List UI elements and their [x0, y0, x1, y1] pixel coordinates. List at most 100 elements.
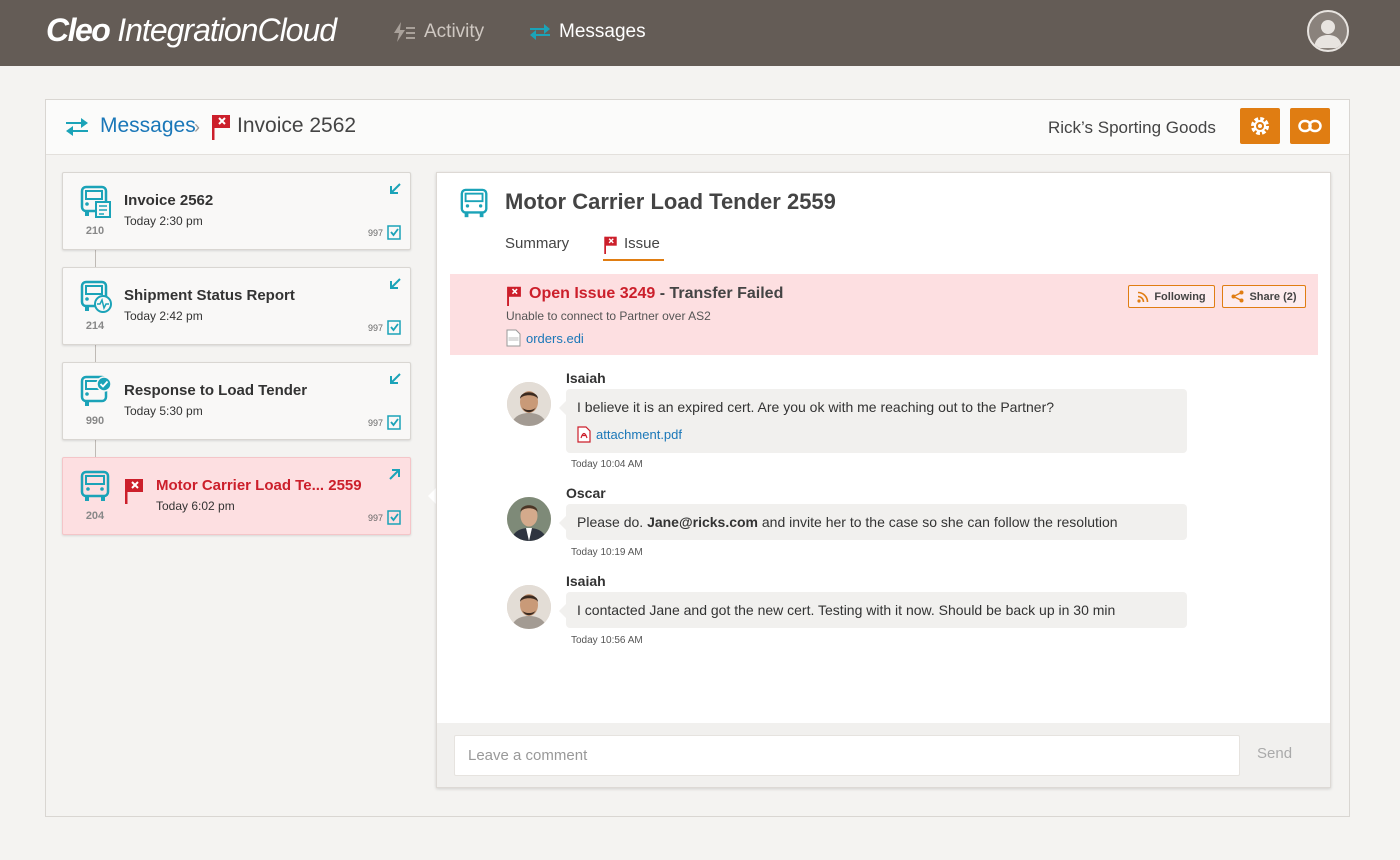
breadcrumb-current: Invoice 2562 [237, 114, 357, 137]
nav-activity[interactable]: Activity [392, 19, 484, 45]
share-label: Share (2) [1249, 290, 1297, 303]
inbound-arrow-icon [390, 278, 401, 289]
ack-status: 997 [368, 224, 402, 241]
comment-timestamp: Today 10:04 AM [571, 459, 643, 470]
outbound-arrow-icon [389, 469, 400, 480]
transfer-arrows-icon [530, 24, 550, 40]
app-logo[interactable]: Cleo IntegrationCloud [46, 12, 337, 49]
share-button[interactable]: Share (2) [1222, 285, 1306, 308]
ack-status: 997 [368, 509, 402, 526]
message-title: Shipment Status Report [124, 287, 295, 304]
avatar [507, 382, 551, 426]
comment-author: Oscar [566, 485, 606, 501]
comment-input[interactable] [454, 735, 1240, 776]
tab-issue[interactable]: Issue [603, 235, 664, 261]
truck-response-icon [80, 375, 112, 406]
message-count: 204 [85, 510, 105, 522]
detail-pointer [428, 488, 436, 504]
attachment-name: attachment.pdf [596, 427, 682, 442]
message-count: 210 [85, 225, 105, 237]
message-time: Today 6:02 pm [156, 499, 235, 513]
comment-composer: Send [437, 723, 1330, 787]
truck-status-icon [80, 280, 112, 313]
settings-button[interactable] [1240, 108, 1280, 144]
comment-timestamp: Today 10:19 AM [571, 547, 643, 558]
error-flag-icon [604, 236, 617, 254]
timeline-connector [95, 250, 96, 268]
ack-code: 997 [367, 512, 383, 523]
panel-header: Messages › Invoice 2562 Rick’s Sporting … [46, 100, 1349, 155]
avatar [507, 497, 551, 541]
inbound-arrow-icon [390, 183, 401, 194]
comment-author: Isaiah [566, 573, 606, 589]
issue-file-name: orders.edi [526, 330, 584, 346]
avatar [507, 585, 551, 629]
nav-messages-label: Messages [559, 21, 646, 42]
issue-number[interactable]: Open Issue 3249 [529, 285, 655, 302]
following-button[interactable]: Following [1128, 285, 1215, 308]
ack-check-icon [387, 415, 401, 430]
send-button[interactable]: Send [1257, 745, 1292, 762]
detail-title: Motor Carrier Load Tender 2559 [505, 189, 836, 214]
ack-status: 997 [368, 414, 402, 431]
truck-invoice-icon [80, 185, 111, 218]
comment-text: Please do. [577, 514, 648, 530]
truck-icon [460, 188, 488, 218]
error-flag-icon [507, 286, 521, 306]
comment-bubble: I believe it is an expired cert. Are you… [559, 389, 1187, 453]
tab-summary[interactable]: Summary [505, 235, 569, 252]
nav-activity-label: Activity [424, 21, 485, 42]
chevron-right-icon: › [194, 117, 200, 137]
message-card[interactable]: 214 Shipment Status Report Today 2:42 pm… [62, 267, 411, 345]
message-panel: Messages › Invoice 2562 Rick’s Sporting … [45, 99, 1350, 817]
message-title: Response to Load Tender [124, 382, 308, 399]
issue-file-link[interactable]: orders.edi [506, 329, 584, 347]
rss-icon [1137, 291, 1149, 303]
comment-email: Jane@ricks.com [647, 514, 758, 530]
company-name: Rick’s Sporting Goods [1048, 118, 1216, 137]
message-time: Today 2:42 pm [124, 309, 203, 323]
comment-text: I believe it is an expired cert. Are you… [577, 399, 1055, 415]
issue-banner: Open Issue 3249 - Transfer Failed Unable… [450, 274, 1318, 355]
issue-title: Open Issue 3249 - Transfer Failed [529, 285, 783, 303]
link-button[interactable] [1290, 108, 1330, 144]
ack-check-icon [387, 510, 401, 525]
ack-code: 997 [367, 227, 383, 238]
attachment-link[interactable]: attachment.pdf [577, 426, 1176, 443]
tab-issue-label: Issue [624, 235, 660, 252]
share-icon [1231, 290, 1244, 303]
user-avatar-button[interactable] [1307, 10, 1349, 52]
link-icon [1298, 119, 1322, 133]
ack-check-icon [387, 225, 401, 240]
ack-status: 997 [368, 319, 402, 336]
user-icon [1314, 20, 1342, 48]
message-title: Invoice 2562 [124, 192, 214, 209]
ack-check-icon [387, 320, 401, 335]
message-time: Today 5:30 pm [124, 404, 203, 418]
breadcrumb-messages-link[interactable]: Messages [100, 114, 196, 138]
activity-icon [394, 22, 415, 42]
message-card-selected[interactable]: 204 Motor Carrier Load Te... 2559 Today … [62, 457, 411, 535]
message-card[interactable]: 990 Response to Load Tender Today 5:30 p… [62, 362, 411, 440]
issue-description: Unable to connect to Partner over AS2 [506, 309, 711, 323]
message-card[interactable]: 210 Invoice 2562 Today 2:30 pm 997 [62, 172, 411, 250]
message-time: Today 2:30 pm [124, 214, 203, 228]
truck-icon [80, 470, 110, 501]
error-flag-icon [125, 479, 143, 504]
message-count: 990 [85, 415, 105, 427]
ack-code: 997 [367, 322, 383, 333]
top-bar: Cleo IntegrationCloud Activity Messages [0, 0, 1400, 66]
following-label: Following [1154, 290, 1206, 303]
issue-subtitle: - Transfer Failed [655, 285, 784, 302]
inbound-arrow-icon [390, 373, 401, 384]
pdf-file-icon [577, 426, 591, 443]
ack-code: 997 [367, 417, 383, 428]
comment-text: I contacted Jane and got the new cert. T… [577, 602, 1116, 618]
message-detail: Motor Carrier Load Tender 2559 Summary I… [436, 172, 1331, 788]
message-count: 214 [85, 320, 105, 332]
message-title: Motor Carrier Load Te... 2559 [156, 477, 362, 494]
transfer-arrows-icon [66, 118, 88, 136]
nav-messages[interactable]: Messages [529, 19, 646, 45]
edi-file-icon [506, 329, 521, 347]
gear-icon [1251, 117, 1269, 135]
